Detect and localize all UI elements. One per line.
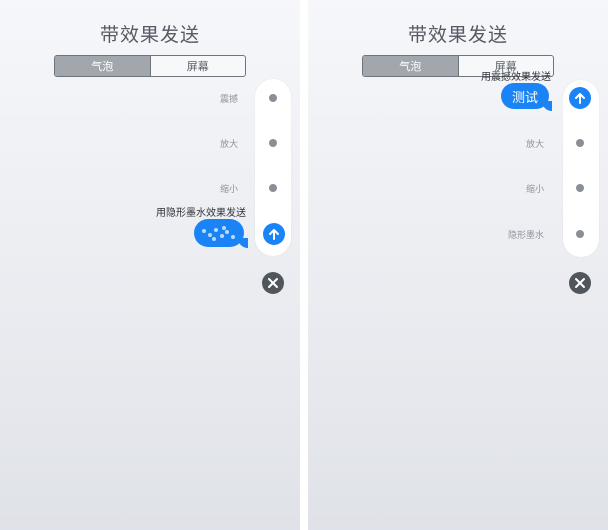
bubble-tail bbox=[238, 238, 248, 248]
arrow-up-icon bbox=[575, 93, 585, 104]
effect-label-slam: 震撼 bbox=[219, 95, 238, 105]
tab-bubble[interactable]: 气泡 bbox=[363, 56, 458, 76]
close-icon bbox=[268, 278, 278, 288]
effect-type-segmented-control: 气泡 屏幕 bbox=[54, 55, 246, 77]
selected-effect-caption: 用隐形墨水效果发送 bbox=[156, 208, 246, 219]
effect-dot-gentle[interactable] bbox=[576, 184, 584, 192]
page-title: 带效果发送 bbox=[407, 24, 508, 46]
message-bubble-invisible-ink bbox=[194, 219, 244, 247]
effect-dot-slam[interactable] bbox=[269, 94, 277, 102]
effect-label-gentle: 缩小 bbox=[525, 185, 544, 195]
effect-label-invisible-ink: 隐形墨水 bbox=[507, 231, 544, 241]
effect-dot-invisible-ink[interactable] bbox=[576, 230, 584, 238]
page-title: 带效果发送 bbox=[99, 24, 200, 46]
arrow-up-icon bbox=[269, 229, 279, 240]
effects-panel-left: 带效果发送 气泡 屏幕 震撼 放大 缩小 用隐形墨水效果发送 bbox=[0, 0, 300, 530]
tab-bubble[interactable]: 气泡 bbox=[55, 56, 150, 76]
send-button[interactable] bbox=[263, 223, 285, 245]
effect-dot-loud[interactable] bbox=[269, 139, 277, 147]
effects-panel-right: 带效果发送 气泡 屏幕 用震撼效果发送 测试 放大 缩小 隐形墨水 bbox=[308, 0, 608, 530]
tab-screen[interactable]: 屏幕 bbox=[149, 56, 246, 76]
close-icon bbox=[575, 278, 585, 288]
close-button[interactable] bbox=[569, 272, 591, 294]
effect-dot-loud[interactable] bbox=[576, 139, 584, 147]
bubble-tail bbox=[542, 101, 552, 111]
message-bubble-slam: 测试 bbox=[501, 83, 549, 109]
effect-dot-gentle[interactable] bbox=[269, 184, 277, 192]
selected-effect-caption: 用震撼效果发送 bbox=[481, 72, 551, 83]
effect-label-loud: 放大 bbox=[525, 140, 544, 150]
effect-label-loud: 放大 bbox=[219, 140, 238, 150]
screenshot-root: 带效果发送 气泡 屏幕 震撼 放大 缩小 用隐形墨水效果发送 带效果发送 气泡 … bbox=[0, 0, 608, 530]
send-button[interactable] bbox=[569, 87, 591, 109]
effect-label-gentle: 缩小 bbox=[219, 185, 238, 195]
close-button[interactable] bbox=[262, 272, 284, 294]
